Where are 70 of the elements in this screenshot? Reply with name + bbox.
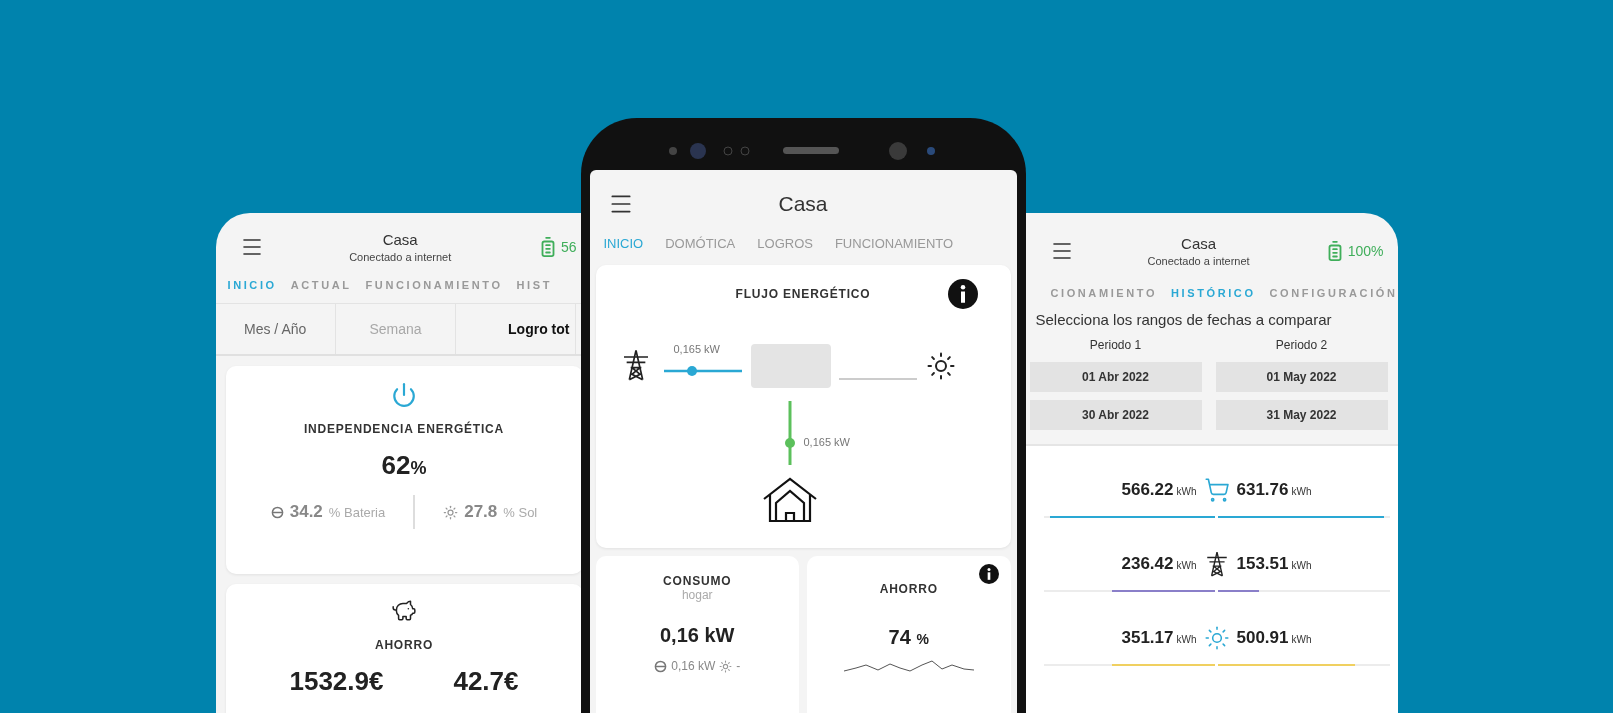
battery-consumption: 0,16 kW [671,659,716,673]
header-title: Casa [1181,235,1217,252]
battery-label: % Bateria [328,504,386,520]
nav-tab[interactable]: CIONAMIENTO [1050,287,1158,299]
home-flow-value: 0,165 kW [803,436,850,448]
unit-label: kWh [1176,486,1197,497]
connection-status: Conectado a internet [1147,255,1250,267]
sun-share: 27.8 [464,502,498,522]
card-title: AHORRO [879,582,938,596]
card-subtitle: hogar [681,588,713,602]
nav-tab[interactable]: INICIO [227,279,277,291]
card-title: AHORRO [374,638,434,652]
card-title: INDEPENDENCIA ENERGÉTICA [303,422,505,436]
house-icon [761,477,818,523]
unit-label: kWh [1291,634,1312,645]
unit-label: kWh [1291,560,1312,571]
instruction-text: Selecciona los rangos de fechas a comparar [1034,311,1333,328]
period-2-value: 631.76 [1236,480,1289,500]
nav-tab[interactable]: DOMÓTICA [665,236,736,251]
savings-value: 42.7€ [453,666,519,697]
period-1-value: 351.17 [1121,628,1174,648]
period-label: Periodo 2 [1275,338,1328,352]
nav-tab[interactable]: LOGROS [757,236,813,251]
nav-tab[interactable]: FUNCIONAMIENTO [365,279,503,291]
unit-label: kWh [1291,486,1312,497]
battery-share: 34.2 [289,502,323,522]
battery-percent: 56 [560,239,577,255]
period-1-value: 236.42 [1121,554,1174,574]
period-2-value: 500.91 [1236,628,1289,648]
battery-mode-icon [270,505,284,519]
header-title: Casa [382,231,418,248]
nav-tab[interactable]: HISTÓRICO [1171,287,1256,299]
connection-status: Conectado a internet [349,251,452,263]
unit-label: kWh [1176,634,1197,645]
savings-value: 1532.9€ [289,666,384,697]
end-date-field[interactable]: 30 Abr 2022 [1029,400,1202,430]
segment-tab[interactable]: Logro tot [456,304,577,354]
nav-tab[interactable]: ACTUAL [290,279,352,291]
sun-consumption: - [736,659,741,673]
cart-icon [1203,477,1230,503]
period-2-value: 153.51 [1236,554,1289,574]
unit-label: kWh [1176,560,1197,571]
battery-percent: 100% [1347,243,1384,259]
independence-value: 62% [381,450,427,481]
sun-icon [1203,625,1230,651]
nav-tab[interactable]: FUNCIONAMIENTO [834,236,954,251]
period-1-value: 566.22 [1121,480,1174,500]
battery-mode-icon [654,659,668,673]
sun-icon [443,504,459,520]
sun-icon [719,659,733,673]
info-icon[interactable] [979,564,999,584]
start-date-field[interactable]: 01 Abr 2022 [1029,362,1202,392]
end-date-field[interactable]: 31 May 2022 [1215,400,1388,430]
period-label: Periodo 1 [1089,338,1142,352]
nav-tab[interactable]: CONFIGURACIÓN [1269,287,1398,299]
nav-tab[interactable]: INICIO [603,236,644,251]
power-icon [391,382,417,408]
start-date-field[interactable]: 01 May 2022 [1215,362,1388,392]
home-flow-line [784,401,795,465]
card-title: CONSUMO [663,574,732,588]
nav-tab[interactable]: HIST [516,279,553,291]
header-title: Casa [778,192,828,216]
card-title: FLUJO ENERGÉTICO [734,287,872,301]
sun-label: % Sol [503,504,538,520]
savings-value: 74 % [888,626,929,649]
grid-flow-value: 0,165 kW [673,343,720,355]
info-icon[interactable] [947,279,978,309]
sun-icon [925,351,956,381]
consumption-value: 0,16 kW [660,624,735,647]
segment-tab[interactable]: Mes / Año [215,304,336,354]
